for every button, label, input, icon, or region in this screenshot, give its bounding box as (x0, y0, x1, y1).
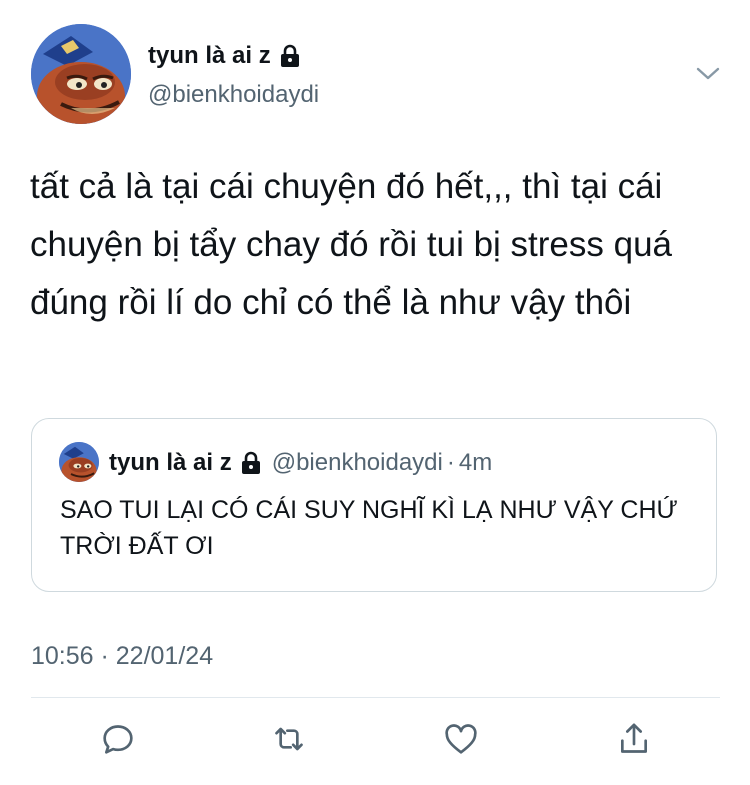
like-button[interactable] (439, 715, 483, 763)
retweet-icon (275, 727, 303, 751)
author-display-name[interactable]: tyun là ai z (148, 41, 271, 71)
author-handle[interactable]: @bienkhoidaydi (148, 80, 319, 110)
quoted-author-name: tyun là ai z (109, 449, 232, 476)
like-icon (445, 724, 477, 754)
cartoon-fish-avatar-icon (59, 442, 99, 482)
cartoon-fish-avatar-icon (31, 24, 131, 124)
author-avatar[interactable] (31, 24, 131, 124)
reply-button[interactable] (96, 715, 140, 763)
tweet-text: tất cả là tại cái chuyện đó hết,,, thì t… (30, 167, 673, 322)
quoted-tweet-time: 4m (458, 449, 493, 476)
divider (31, 697, 720, 698)
retweet-button[interactable] (267, 715, 311, 763)
share-button[interactable] (612, 715, 656, 763)
quoted-author-handle: @bienkhoidaydi (271, 449, 443, 476)
author-name-row: tyun là ai z (148, 41, 301, 71)
action-bar (0, 715, 750, 765)
share-icon (621, 723, 647, 753)
reply-icon (103, 725, 133, 754)
quoted-tweet-card[interactable]: tyun là ai z @bienkhoidaydi · 4m SAO TUI… (31, 418, 717, 592)
chevron-down-icon[interactable] (695, 63, 721, 83)
tweet-timestamp[interactable]: 10:56 · 22/01/24 (31, 640, 213, 672)
separator-dot: · (446, 449, 455, 476)
quoted-tweet-text: SAO TUI LẠI CÓ CÁI SUY NGHĨ KÌ LẠ NHƯ VẬ… (60, 496, 678, 560)
lock-icon (279, 44, 301, 68)
quoted-tweet-header: tyun là ai z @bienkhoidaydi · 4m (109, 448, 492, 478)
quoted-author-avatar (59, 442, 99, 482)
lock-icon (240, 451, 262, 475)
